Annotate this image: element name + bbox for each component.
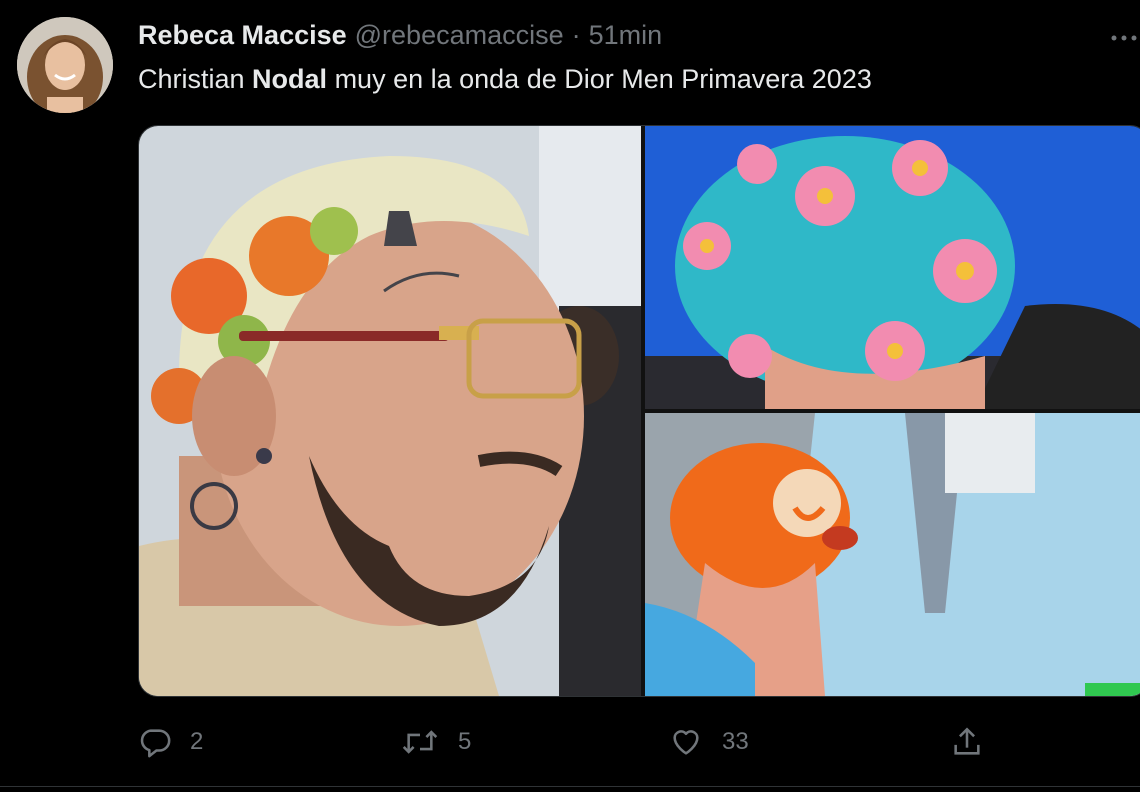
- media-grid: [138, 125, 1140, 697]
- more-horizontal-icon[interactable]: [1108, 24, 1140, 52]
- user-handle[interactable]: @rebecamaccise: [355, 20, 564, 51]
- divider: [0, 786, 1140, 787]
- avatar[interactable]: [17, 17, 113, 113]
- retweet-button[interactable]: 5: [400, 720, 471, 764]
- tweet-text-prefix: Christian: [138, 64, 253, 94]
- display-name[interactable]: Rebeca Maccise: [138, 20, 347, 51]
- reply-count: 2: [190, 728, 204, 755]
- like-button[interactable]: 33: [668, 720, 749, 764]
- reply-icon: [138, 725, 172, 759]
- heart-icon: [668, 725, 704, 759]
- tweet-text: Christian Nodal muy en la onda de Dior M…: [138, 64, 872, 95]
- timestamp[interactable]: 51min: [589, 20, 663, 51]
- share-icon: [950, 725, 984, 759]
- tweet-header: Rebeca Maccise @rebecamaccise · 51min: [138, 20, 662, 56]
- tweet-text-suffix: muy en la onda de Dior Men Primavera 202…: [327, 64, 872, 94]
- retweet-count: 5: [458, 728, 472, 755]
- photo-2[interactable]: [645, 126, 1140, 409]
- tweet: Rebeca Maccise @rebecamaccise · 51min Ch…: [0, 0, 1140, 792]
- tweet-text-bold: Nodal: [252, 64, 328, 94]
- like-count: 33: [722, 728, 749, 755]
- share-button[interactable]: [950, 720, 984, 764]
- photo-3[interactable]: [645, 413, 1140, 696]
- tweet-actions: 2 5 33: [138, 720, 998, 764]
- reply-button[interactable]: 2: [138, 720, 203, 764]
- photo-1[interactable]: [139, 126, 641, 696]
- retweet-icon: [400, 725, 440, 759]
- separator-dot: ·: [571, 20, 581, 50]
